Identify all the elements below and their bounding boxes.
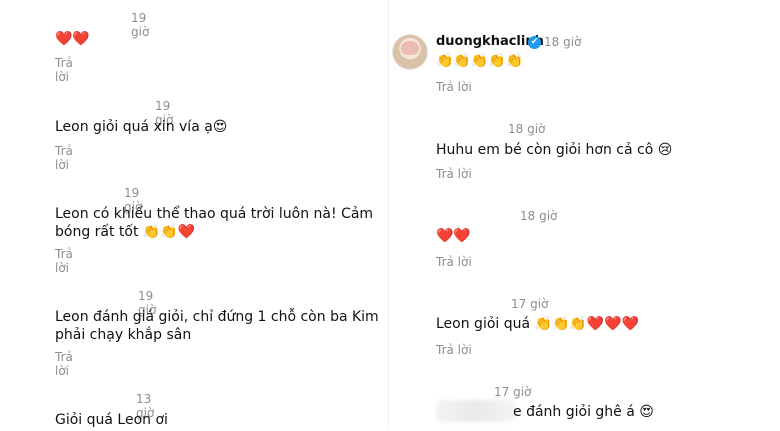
comment-text-line-2: phải chạy khắp sân: [55, 327, 192, 343]
comment-time: 17 giờ: [511, 297, 549, 311]
comment-time: 18 giờ: [544, 35, 582, 49]
comment-time: 18 giờ: [508, 122, 546, 136]
comment-text: e đánh giỏi ghê á 😍: [513, 404, 654, 420]
comment-text: ❤️❤️: [55, 31, 90, 47]
reply-link[interactable]: Trả lời: [436, 167, 472, 181]
comment-text: ❤️❤️: [436, 228, 471, 244]
reply-link[interactable]: Trả lời: [436, 255, 472, 269]
comment-time: 19 giờ: [131, 11, 150, 39]
comment-text: Leon giỏi quá 👏👏👏❤️❤️❤️: [436, 316, 640, 332]
comment-time: 18 giờ: [520, 209, 558, 223]
comment-text: Huhu em bé còn giỏi hơn cả cô 😢: [436, 142, 673, 158]
avatar[interactable]: [392, 34, 428, 70]
comment-text: 👏👏👏👏👏: [436, 53, 524, 69]
reply-link[interactable]: Trả lời: [55, 350, 73, 378]
comment-text: Giỏi quá Leon ơi: [55, 412, 168, 428]
comment-text-line-2: bóng rất tốt 👏👏❤️: [55, 224, 196, 240]
reply-link[interactable]: Trả lời: [55, 247, 73, 275]
reply-link[interactable]: Trả lời: [436, 80, 472, 94]
blurred-overlay: [436, 400, 516, 422]
comment-text: Leon giỏi quá xin vía ạ😍: [55, 119, 228, 135]
reply-link[interactable]: Trả lời: [55, 144, 73, 172]
comment-time: 17 giờ: [494, 385, 532, 399]
panel-divider: [388, 0, 389, 429]
reply-link[interactable]: Trả lời: [436, 343, 472, 357]
verified-badge-icon: ✔: [528, 36, 541, 49]
left-comment-panel: 19 giờ ❤️❤️ Trả lời 19 giờ Leon giỏi quá…: [0, 0, 385, 429]
reply-link[interactable]: Trả lời: [55, 56, 73, 84]
